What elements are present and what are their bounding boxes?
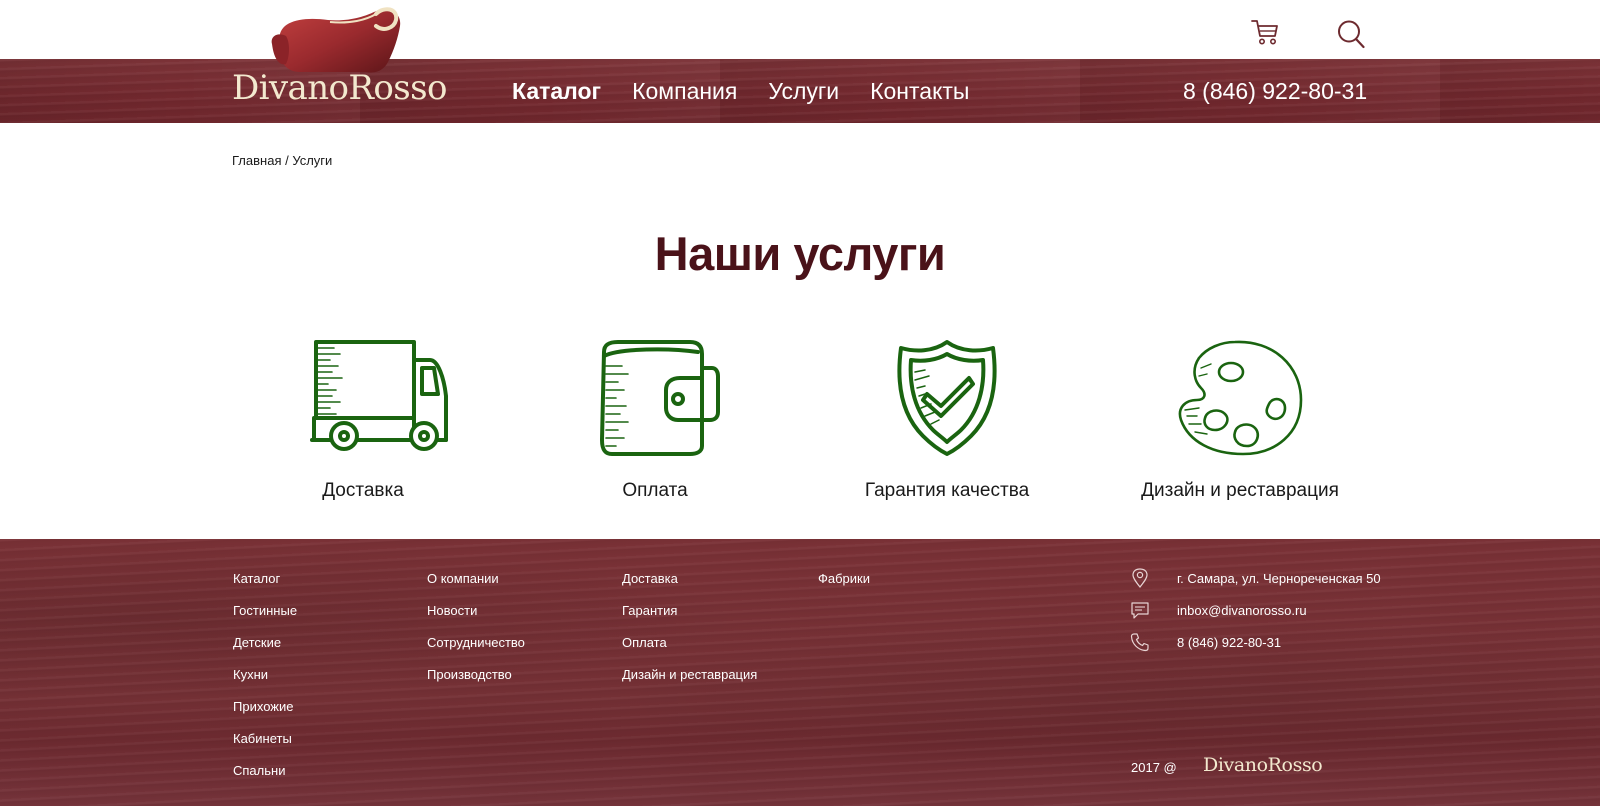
footer-link-delivery[interactable]: Доставка: [622, 571, 757, 603]
footer-link-catalog[interactable]: Каталог: [233, 571, 297, 603]
contact-email[interactable]: inbox@divanorosso.ru: [1130, 599, 1307, 621]
contact-address-text: г. Самара, ул. Чернореченская 50: [1177, 570, 1381, 586]
wallet-icon: [600, 340, 720, 456]
footer-link-guarantee[interactable]: Гарантия: [622, 603, 757, 635]
footer-services-column: Доставка Гарантия Оплата Дизайн и рестав…: [622, 571, 757, 699]
footer-link-payment[interactable]: Оплата: [622, 635, 757, 667]
search-icon[interactable]: [1337, 19, 1365, 49]
breadcrumb: Главная / Услуги: [232, 153, 332, 168]
footer-link-kitchens[interactable]: Кухни: [233, 667, 297, 699]
footer-logo-wordmark[interactable]: DivanoRosso: [1203, 754, 1323, 776]
service-label: Гарантия качества: [864, 480, 1030, 501]
footer-link-about[interactable]: О компании: [427, 571, 525, 603]
footer-link-bedrooms[interactable]: Спальни: [233, 763, 297, 795]
contact-email-text[interactable]: inbox@divanorosso.ru: [1177, 603, 1307, 618]
phone-icon: [1130, 633, 1149, 652]
service-payment[interactable]: Оплата: [535, 338, 775, 502]
delivery-truck-icon: [310, 340, 448, 451]
main-nav: Каталог Компания Услуги Контакты: [512, 59, 1000, 123]
footer-link-living-rooms[interactable]: Гостинные: [233, 603, 297, 635]
palette-icon: [1178, 340, 1303, 456]
footer-link-factories[interactable]: Фабрики: [818, 571, 870, 603]
contact-phone-text[interactable]: 8 (846) 922-80-31: [1177, 635, 1281, 650]
footer-link-production[interactable]: Производство: [427, 667, 525, 699]
service-label: Оплата: [622, 480, 688, 501]
footer-link-news[interactable]: Новости: [427, 603, 525, 635]
service-design-restoration[interactable]: Дизайн и реставрация: [1120, 338, 1360, 502]
footer-link-cooperation[interactable]: Сотрудничество: [427, 635, 525, 667]
service-label: Доставка: [322, 480, 404, 501]
cart-icon[interactable]: [1250, 17, 1280, 47]
nav-item-contacts[interactable]: Контакты: [870, 78, 969, 105]
location-pin-icon: [1132, 568, 1148, 588]
contact-address: г. Самара, ул. Чернореченская 50: [1130, 567, 1381, 589]
breadcrumb-current: Услуги: [292, 153, 333, 168]
nav-item-company[interactable]: Компания: [632, 78, 737, 105]
service-label: Дизайн и реставрация: [1141, 480, 1339, 501]
footer-link-design-restoration[interactable]: Дизайн и реставрация: [622, 667, 757, 699]
logo-wordmark: DivanoRosso: [232, 68, 447, 108]
breadcrumb-separator: /: [281, 153, 293, 168]
nav-item-services[interactable]: Услуги: [768, 78, 839, 105]
sofa-logo-icon: [271, 7, 401, 73]
page-title: Наши услуги: [654, 227, 946, 280]
footer-link-kids[interactable]: Детские: [233, 635, 297, 667]
message-icon: [1131, 602, 1149, 619]
footer-company-column: О компании Новости Сотрудничество Произв…: [427, 571, 525, 699]
footer-link-hallways[interactable]: Прихожие: [233, 699, 297, 731]
site-logo[interactable]: DivanoRosso: [232, 0, 448, 108]
contact-phone[interactable]: 8 (846) 922-80-31: [1130, 631, 1281, 653]
header-phone[interactable]: 8 (846) 922-80-31: [1183, 59, 1367, 123]
copyright: 2017 @: [1131, 760, 1177, 775]
quality-shield-icon: [897, 340, 997, 456]
footer-catalog-column: Каталог Гостинные Детские Кухни Прихожие…: [233, 571, 297, 795]
nav-item-catalog[interactable]: Каталог: [512, 78, 601, 105]
footer-link-offices[interactable]: Кабинеты: [233, 731, 297, 763]
service-quality[interactable]: Гарантия качества: [827, 338, 1067, 502]
breadcrumb-home-link[interactable]: Главная: [232, 153, 281, 168]
service-delivery[interactable]: Доставка: [243, 338, 483, 502]
footer-factories-column: Фабрики: [818, 571, 870, 603]
